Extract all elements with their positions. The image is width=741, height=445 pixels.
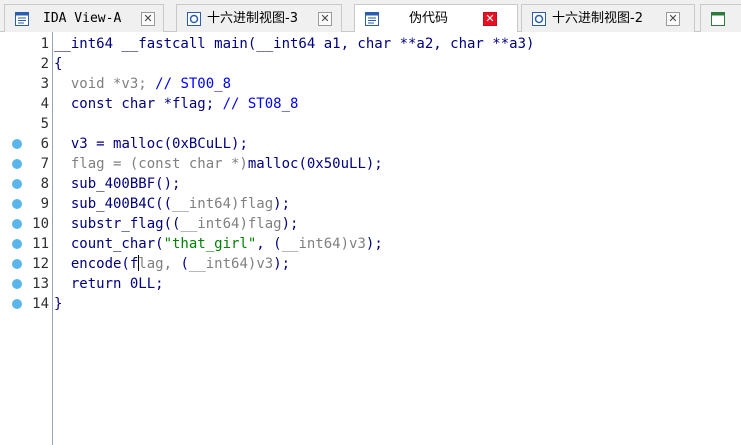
pseudocode-icon [365,12,379,26]
line-number: 12 [32,256,49,272]
line-number: 2 [40,56,49,72]
line-number: 13 [32,276,49,292]
breakpoint-dot-icon[interactable] [12,259,22,269]
gutter-row[interactable]: 14 [0,294,52,314]
close-icon[interactable]: ✕ [483,12,497,26]
line-number: 8 [40,176,49,192]
line-number: 11 [32,236,49,252]
tab-label: 十六进制视图-2 [552,11,643,26]
line-number: 14 [32,296,49,312]
tab-ida-view[interactable]: IDA View-A ✕ [4,4,164,32]
line-number: 4 [40,96,49,112]
ida-view-icon [15,12,29,26]
gutter-row[interactable]: 9 [0,194,52,214]
code-line: } [54,296,63,312]
gutter-row[interactable]: 13 [0,274,52,294]
gutter-row[interactable]: 4 [0,94,52,114]
close-icon[interactable]: ✕ [666,12,680,26]
tab-label: 十六进制视图-3 [207,11,298,26]
line-number: 3 [40,76,49,92]
code-line: return 0LL; [54,276,164,292]
line-number: 1 [40,36,49,52]
gutter-row[interactable]: 3 [0,74,52,94]
line-number: 9 [40,196,49,212]
breakpoint-dot-icon[interactable] [12,279,22,289]
breakpoint-dot-icon[interactable] [12,139,22,149]
code-line: substr_flag((__int64)flag); [54,216,299,232]
gutter-row[interactable]: 2 [0,54,52,74]
line-number-gutter: 1 2 3 4 5 6 7 8 9 10 11 12 13 14 [0,32,53,445]
code-line: __int64 __fastcall main(__int64 a1, char… [54,36,535,52]
gutter-row[interactable]: 1 [0,34,52,54]
line-number: 7 [40,156,49,172]
close-icon[interactable]: ✕ [318,12,332,26]
code-line: void *v3; // ST00_8 [54,76,232,92]
code-line: sub_400BBF(); [54,176,181,192]
code-area[interactable]: __int64 __fastcall main(__int64 a1, char… [54,34,534,314]
tab-bar: IDA View-A ✕ 十六进制视图-3 ✕ 伪代码 ✕ 十六进制视图-2 ✕ [0,0,741,33]
gutter-row[interactable]: 8 [0,174,52,194]
structures-icon [711,12,725,26]
tab-label: IDA View-A [43,11,122,26]
breakpoint-dot-icon[interactable] [12,219,22,229]
pseudocode-editor[interactable]: 1 2 3 4 5 6 7 8 9 10 11 12 13 14 __int64 __fastcall m… [0,32,741,445]
gutter-row[interactable]: 6 [0,134,52,154]
gutter-row[interactable]: 7 [0,154,52,174]
gutter-row[interactable]: 5 [0,114,52,134]
tab-pseudocode[interactable]: 伪代码 ✕ [354,4,518,33]
code-line: const char *flag; // ST08_8 [54,96,299,112]
tab-hex-view-2[interactable]: 十六进制视图-2 ✕ [521,4,695,32]
tab-structures[interactable] [700,4,741,32]
hex-view-icon [532,12,546,26]
breakpoint-dot-icon[interactable] [12,159,22,169]
gutter-row[interactable]: 11 [0,234,52,254]
tab-label: 伪代码 [409,11,449,26]
breakpoint-dot-icon[interactable] [12,299,22,309]
close-icon[interactable]: ✕ [141,12,155,26]
breakpoint-dot-icon[interactable] [12,199,22,209]
code-line: encode(flag, (__int64)v3); [54,255,291,272]
line-number: 6 [40,136,49,152]
hex-view-icon [187,12,201,26]
line-number: 10 [32,216,49,232]
code-line: { [54,56,63,72]
code-line: sub_400B4C((__int64)flag); [54,196,291,212]
code-line: v3 = malloc(0xBCuLL); [54,136,248,152]
breakpoint-dot-icon[interactable] [12,239,22,249]
gutter-row[interactable]: 10 [0,214,52,234]
tab-hex-view-3[interactable]: 十六进制视图-3 ✕ [176,4,342,32]
code-line: flag = (const char *)malloc(0x50uLL); [54,156,383,172]
line-number: 5 [40,116,49,132]
gutter-row[interactable]: 12 [0,254,52,274]
breakpoint-dot-icon[interactable] [12,179,22,189]
code-line: count_char("that_girl", (__int64)v3); [54,236,383,252]
